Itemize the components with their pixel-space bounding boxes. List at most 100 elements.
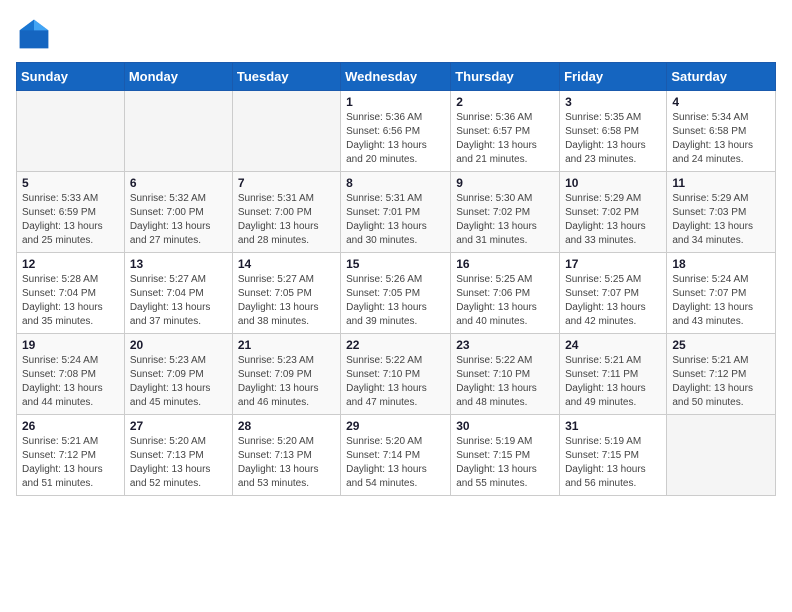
day-number: 12 (22, 257, 119, 271)
day-info: Sunrise: 5:30 AM Sunset: 7:02 PM Dayligh… (456, 192, 554, 248)
day-number: 17 (565, 257, 661, 271)
day-number: 8 (346, 176, 445, 190)
day-info: Sunrise: 5:27 AM Sunset: 7:05 PM Dayligh… (238, 273, 335, 329)
calendar-cell: 9 Sunrise: 5:30 AM Sunset: 7:02 PM Daylig… (451, 172, 560, 253)
calendar-cell: 29 Sunrise: 5:20 AM Sunset: 7:14 PM Dayli… (341, 415, 451, 496)
calendar-header-wednesday: Wednesday (341, 63, 451, 91)
day-number: 15 (346, 257, 445, 271)
day-info: Sunrise: 5:21 AM Sunset: 7:11 PM Dayligh… (565, 354, 661, 410)
calendar-cell: 25Sunrise: 5:21 AM Sunset: 7:12 PM Dayli… (667, 334, 776, 415)
calendar-cell (232, 91, 340, 172)
day-number: 4 (672, 95, 770, 109)
day-number: 18 (672, 257, 770, 271)
day-number: 1 (346, 95, 445, 109)
calendar-header-friday: Friday (560, 63, 667, 91)
calendar-cell: 13Sunrise: 5:27 AM Sunset: 7:04 PM Dayli… (124, 253, 232, 334)
calendar-cell: 26 Sunrise: 5:21 AM Sunset: 7:12 PM Dayli… (17, 415, 125, 496)
calendar-cell: 14 Sunrise: 5:27 AM Sunset: 7:05 PM Dayli… (232, 253, 340, 334)
calendar-cell: 17 Sunrise: 5:25 AM Sunset: 7:07 PM Dayli… (560, 253, 667, 334)
calendar-cell: 6 Sunrise: 5:32 AM Sunset: 7:00 PM Daylig… (124, 172, 232, 253)
day-number: 24 (565, 338, 661, 352)
day-number: 9 (456, 176, 554, 190)
day-info: Sunrise: 5:22 AM Sunset: 7:10 PM Dayligh… (346, 354, 445, 410)
day-number: 10 (565, 176, 661, 190)
calendar-cell (124, 91, 232, 172)
day-number: 30 (456, 419, 554, 433)
day-number: 3 (565, 95, 661, 109)
calendar-cell: 30 Sunrise: 5:19 AM Sunset: 7:15 PM Dayli… (451, 415, 560, 496)
calendar-week-2: 5Sunrise: 5:33 AM Sunset: 6:59 PM Daylig… (17, 172, 776, 253)
day-number: 23 (456, 338, 554, 352)
calendar-cell: 1 Sunrise: 5:36 AM Sunset: 6:56 PM Daylig… (341, 91, 451, 172)
day-info: Sunrise: 5:23 AM Sunset: 7:09 PM Dayligh… (130, 354, 227, 410)
day-info: Sunrise: 5:31 AM Sunset: 7:00 PM Dayligh… (238, 192, 335, 248)
day-info: Sunrise: 5:20 AM Sunset: 7:13 PM Dayligh… (130, 435, 227, 491)
calendar-cell: 3 Sunrise: 5:35 AM Sunset: 6:58 PM Daylig… (560, 91, 667, 172)
day-info: Sunrise: 5:36 AM Sunset: 6:56 PM Dayligh… (346, 111, 445, 167)
day-number: 31 (565, 419, 661, 433)
day-number: 16 (456, 257, 554, 271)
calendar-header-tuesday: Tuesday (232, 63, 340, 91)
calendar-week-5: 26 Sunrise: 5:21 AM Sunset: 7:12 PM Dayli… (17, 415, 776, 496)
day-number: 20 (130, 338, 227, 352)
calendar-cell: 21 Sunrise: 5:23 AM Sunset: 7:09 PM Dayli… (232, 334, 340, 415)
calendar-cell: 5Sunrise: 5:33 AM Sunset: 6:59 PM Daylig… (17, 172, 125, 253)
calendar-cell: 23 Sunrise: 5:22 AM Sunset: 7:10 PM Dayli… (451, 334, 560, 415)
calendar-cell: 28 Sunrise: 5:20 AM Sunset: 7:13 PM Dayli… (232, 415, 340, 496)
calendar-cell: 20 Sunrise: 5:23 AM Sunset: 7:09 PM Dayli… (124, 334, 232, 415)
calendar-cell: 7Sunrise: 5:31 AM Sunset: 7:00 PM Daylig… (232, 172, 340, 253)
calendar-cell: 10 Sunrise: 5:29 AM Sunset: 7:02 PM Dayli… (560, 172, 667, 253)
day-info: Sunrise: 5:19 AM Sunset: 7:15 PM Dayligh… (456, 435, 554, 491)
calendar-cell: 16Sunrise: 5:25 AM Sunset: 7:06 PM Dayli… (451, 253, 560, 334)
logo (16, 16, 56, 52)
day-number: 2 (456, 95, 554, 109)
calendar-header-thursday: Thursday (451, 63, 560, 91)
day-number: 5 (22, 176, 119, 190)
calendar-cell: 8Sunrise: 5:31 AM Sunset: 7:01 PM Daylig… (341, 172, 451, 253)
day-number: 26 (22, 419, 119, 433)
day-info: Sunrise: 5:32 AM Sunset: 7:00 PM Dayligh… (130, 192, 227, 248)
day-info: Sunrise: 5:34 AM Sunset: 6:58 PM Dayligh… (672, 111, 770, 167)
day-info: Sunrise: 5:24 AM Sunset: 7:07 PM Dayligh… (672, 273, 770, 329)
calendar-cell (667, 415, 776, 496)
day-info: Sunrise: 5:29 AM Sunset: 7:02 PM Dayligh… (565, 192, 661, 248)
calendar-header-monday: Monday (124, 63, 232, 91)
calendar-cell: 22Sunrise: 5:22 AM Sunset: 7:10 PM Dayli… (341, 334, 451, 415)
day-number: 13 (130, 257, 227, 271)
day-number: 19 (22, 338, 119, 352)
calendar-cell: 19 Sunrise: 5:24 AM Sunset: 7:08 PM Dayli… (17, 334, 125, 415)
calendar-header-row: SundayMondayTuesdayWednesdayThursdayFrid… (17, 63, 776, 91)
day-number: 27 (130, 419, 227, 433)
calendar-header-sunday: Sunday (17, 63, 125, 91)
day-info: Sunrise: 5:24 AM Sunset: 7:08 PM Dayligh… (22, 354, 119, 410)
page-header (16, 16, 776, 52)
day-info: Sunrise: 5:28 AM Sunset: 7:04 PM Dayligh… (22, 273, 119, 329)
calendar-cell: 24 Sunrise: 5:21 AM Sunset: 7:11 PM Dayli… (560, 334, 667, 415)
day-info: Sunrise: 5:29 AM Sunset: 7:03 PM Dayligh… (672, 192, 770, 248)
calendar-cell: 18 Sunrise: 5:24 AM Sunset: 7:07 PM Dayli… (667, 253, 776, 334)
calendar-week-3: 12 Sunrise: 5:28 AM Sunset: 7:04 PM Dayli… (17, 253, 776, 334)
day-info: Sunrise: 5:20 AM Sunset: 7:13 PM Dayligh… (238, 435, 335, 491)
calendar-header-saturday: Saturday (667, 63, 776, 91)
day-info: Sunrise: 5:20 AM Sunset: 7:14 PM Dayligh… (346, 435, 445, 491)
day-number: 11 (672, 176, 770, 190)
day-info: Sunrise: 5:25 AM Sunset: 7:07 PM Dayligh… (565, 273, 661, 329)
calendar-cell: 31Sunrise: 5:19 AM Sunset: 7:15 PM Dayli… (560, 415, 667, 496)
day-number: 6 (130, 176, 227, 190)
day-info: Sunrise: 5:21 AM Sunset: 7:12 PM Dayligh… (672, 354, 770, 410)
day-number: 29 (346, 419, 445, 433)
day-number: 14 (238, 257, 335, 271)
calendar-cell: 27 Sunrise: 5:20 AM Sunset: 7:13 PM Dayli… (124, 415, 232, 496)
day-info: Sunrise: 5:26 AM Sunset: 7:05 PM Dayligh… (346, 273, 445, 329)
calendar-cell: 15 Sunrise: 5:26 AM Sunset: 7:05 PM Dayli… (341, 253, 451, 334)
day-info: Sunrise: 5:22 AM Sunset: 7:10 PM Dayligh… (456, 354, 554, 410)
logo-icon (16, 16, 52, 52)
calendar-week-4: 19 Sunrise: 5:24 AM Sunset: 7:08 PM Dayli… (17, 334, 776, 415)
day-info: Sunrise: 5:36 AM Sunset: 6:57 PM Dayligh… (456, 111, 554, 167)
day-info: Sunrise: 5:23 AM Sunset: 7:09 PM Dayligh… (238, 354, 335, 410)
day-number: 21 (238, 338, 335, 352)
day-info: Sunrise: 5:21 AM Sunset: 7:12 PM Dayligh… (22, 435, 119, 491)
day-info: Sunrise: 5:35 AM Sunset: 6:58 PM Dayligh… (565, 111, 661, 167)
calendar-cell: 2 Sunrise: 5:36 AM Sunset: 6:57 PM Daylig… (451, 91, 560, 172)
day-number: 28 (238, 419, 335, 433)
